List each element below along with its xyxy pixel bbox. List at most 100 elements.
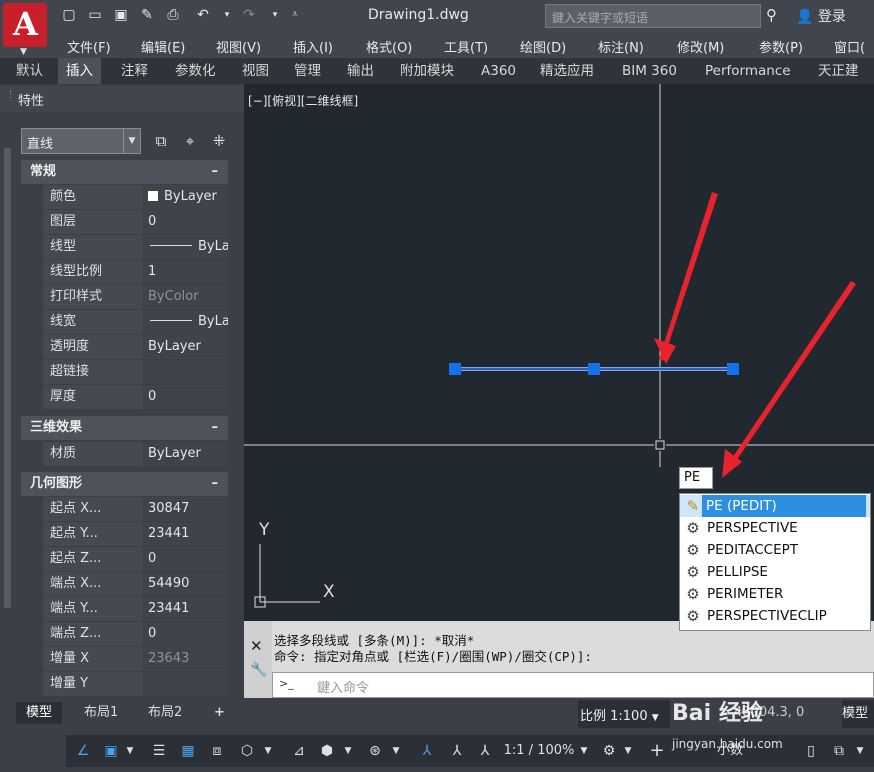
print-icon[interactable]: ⎙ xyxy=(164,6,182,24)
redo-icon[interactable]: ↷ xyxy=(240,6,258,24)
annotation-monitor-icon[interactable]: ⊛ xyxy=(364,738,386,764)
dynamic-input-icon[interactable]: ⊿ xyxy=(288,738,310,764)
prop-row-transparency[interactable]: 透明度 ByLayer xyxy=(21,335,228,360)
clean-screen-icon[interactable]: ⧉ xyxy=(828,738,850,764)
tab-tarch[interactable]: 天正建筑 xyxy=(810,58,874,105)
object-snap-icon[interactable]: ▣ xyxy=(100,738,122,764)
save-as-icon[interactable]: ✎ xyxy=(138,6,156,24)
viewport-controls[interactable]: [−][俯视][二维线框] xyxy=(248,92,358,109)
gear-icon[interactable]: ⚙ xyxy=(598,738,620,764)
palette-scrollbar[interactable] xyxy=(4,148,11,608)
prop-row-linetype[interactable]: 线型ByLa... xyxy=(21,235,228,260)
dynamic-ucs-icon[interactable]: ∠ xyxy=(72,738,94,764)
section-general[interactable]: 常规 – xyxy=(21,160,228,184)
prop-row-hyperlink[interactable]: 超链接 xyxy=(21,360,228,385)
tab-model[interactable]: 模型 xyxy=(16,702,63,724)
tab-parametric[interactable]: 参数化 xyxy=(167,58,224,84)
wrench-icon[interactable]: 🔧 xyxy=(250,662,267,678)
tab-bim360[interactable]: BIM 360 xyxy=(614,58,685,84)
chevron-down-icon[interactable]: ▼ xyxy=(622,738,634,764)
tab-output[interactable]: 输出 xyxy=(339,58,382,84)
binoculars-icon[interactable]: ⚲ xyxy=(766,6,777,24)
chevron-down-icon[interactable]: ▼ xyxy=(578,738,590,764)
chevron-down-icon[interactable]: ▼ xyxy=(852,738,868,764)
gizmo-icon[interactable]: ⬢ xyxy=(316,738,338,764)
tab-addins[interactable]: 附加模块 xyxy=(392,58,462,84)
prop-row-layer[interactable]: 图层 0 xyxy=(21,210,228,235)
save-icon[interactable]: ▣ xyxy=(112,6,130,24)
object-type-select[interactable]: 直线 ▼ xyxy=(21,128,141,154)
tab-featured-apps[interactable]: 精选应用 xyxy=(532,58,602,84)
chevron-down-icon[interactable]: ▼ xyxy=(342,738,354,764)
section-3d-effects[interactable]: 三维效果 – xyxy=(21,416,228,440)
tab-insert[interactable]: 插入 xyxy=(58,58,101,84)
plus-icon[interactable]: + xyxy=(646,738,668,764)
prop-row-color[interactable]: 颜色 ByLayer xyxy=(21,185,228,210)
auto-scale-icon[interactable]: ⅄ xyxy=(446,738,468,764)
prop-row-delta-y[interactable]: 增量 Y xyxy=(21,672,228,696)
annotation-visibility-icon[interactable]: ⅄ xyxy=(416,738,438,764)
open-folder-icon[interactable]: ▭ xyxy=(86,6,104,24)
tab-layout2[interactable]: 布局2 xyxy=(138,702,192,724)
lineweight-icon[interactable]: ☰ xyxy=(148,738,170,764)
prop-row-lineweight[interactable]: 线宽ByLa... xyxy=(21,310,228,335)
prop-row-end-z[interactable]: 端点 Z... 0 xyxy=(21,622,228,647)
autocomplete-item-peditaccept[interactable]: ⚙ PEDITACCEPT xyxy=(680,539,870,561)
autocomplete-item-perspective[interactable]: ⚙ PERSPECTIVE xyxy=(680,517,870,539)
autocomplete-item-pellipse[interactable]: ⚙ PELLIPSE xyxy=(680,561,870,583)
isolate-objects-icon[interactable]: ▯ xyxy=(800,738,822,764)
menu-draw[interactable]: 绘图(D) xyxy=(520,37,566,56)
annotation-scale-select[interactable]: 1:1 / 100% xyxy=(500,738,578,764)
command-prompt-icon[interactable]: >_ xyxy=(279,677,294,690)
chevron-down-icon[interactable]: ▼ xyxy=(262,738,274,764)
menu-file[interactable]: 文件(F) xyxy=(67,37,111,56)
palette-grip-icon[interactable]: ⋮ xyxy=(6,90,15,100)
collapse-icon[interactable]: – xyxy=(212,160,219,184)
tab-layout1[interactable]: 布局1 xyxy=(74,702,128,724)
app-menu-button[interactable]: A ▼ xyxy=(0,0,52,58)
menu-modify[interactable]: 修改(M) xyxy=(677,37,724,56)
menu-dimension[interactable]: 标注(N) xyxy=(598,37,644,56)
tab-view[interactable]: 视图 xyxy=(234,58,277,84)
login-button[interactable]: 👤 登录 xyxy=(796,6,846,26)
search-input[interactable]: 鍵入关键字或短语 xyxy=(545,4,761,28)
grip-mid[interactable] xyxy=(588,363,600,375)
menu-parametric[interactable]: 参数(P) xyxy=(759,37,803,56)
prop-row-material[interactable]: 材质 ByLayer xyxy=(21,442,228,467)
prop-row-delta-x[interactable]: 增量 X 23643 xyxy=(21,647,228,672)
toggle-pickadd-icon[interactable]: ⧉ xyxy=(150,130,172,152)
chevron-down-icon[interactable]: ▼ xyxy=(390,738,402,764)
grip-start[interactable] xyxy=(449,363,461,375)
undo-dropdown-icon[interactable]: ▾ xyxy=(218,6,236,24)
undo-icon[interactable]: ↶ xyxy=(194,6,212,24)
autocomplete-item-pedit[interactable]: ✎ PE (PEDIT) xyxy=(680,495,870,517)
selection-cycling-icon[interactable]: ⧈ xyxy=(206,738,228,764)
command-input[interactable]: >_ 鍵入命令 xyxy=(272,672,874,698)
dynamic-input-field[interactable]: PE xyxy=(679,467,713,489)
chevron-down-icon[interactable]: ▼ xyxy=(124,738,136,764)
collapse-icon[interactable]: – xyxy=(212,472,219,496)
transparency-icon[interactable]: ▦ xyxy=(177,738,199,764)
tab-annotate[interactable]: 注释 xyxy=(113,58,156,84)
close-icon[interactable]: ✕ xyxy=(250,637,263,655)
quick-select-icon[interactable]: ⁜ xyxy=(208,130,230,152)
3d-osnap-icon[interactable]: ⬡ xyxy=(236,738,258,764)
add-layout-button[interactable]: + xyxy=(204,702,235,724)
menu-edit[interactable]: 编辑(E) xyxy=(141,37,185,56)
menu-insert[interactable]: 插入(I) xyxy=(293,37,333,56)
prop-row-start-x[interactable]: 起点 X... 30847 xyxy=(21,497,228,522)
prop-row-end-x[interactable]: 端点 X... 54490 xyxy=(21,572,228,597)
new-file-icon[interactable]: ▢ xyxy=(60,6,78,24)
select-objects-icon[interactable]: ⌖ xyxy=(179,130,201,152)
prop-row-start-y[interactable]: 起点 Y... 23441 xyxy=(21,522,228,547)
autocomplete-item-perspectiveclip[interactable]: ⚙ PERSPECTIVECLIP xyxy=(680,605,870,627)
tab-manage[interactable]: 管理 xyxy=(286,58,329,84)
tab-performance[interactable]: Performance xyxy=(697,58,799,84)
redo-dropdown-icon[interactable]: ▾ xyxy=(266,6,284,24)
prop-row-end-y[interactable]: 端点 Y... 23441 xyxy=(21,597,228,622)
annotation-scale-icon[interactable]: ⅄ xyxy=(474,738,496,764)
prop-row-plot-style[interactable]: 打印样式 ByColor xyxy=(21,285,228,310)
grip-end[interactable] xyxy=(727,363,739,375)
menu-view[interactable]: 视图(V) xyxy=(216,37,261,56)
customize-toolbar-icon[interactable]: ⩡ xyxy=(286,6,304,24)
